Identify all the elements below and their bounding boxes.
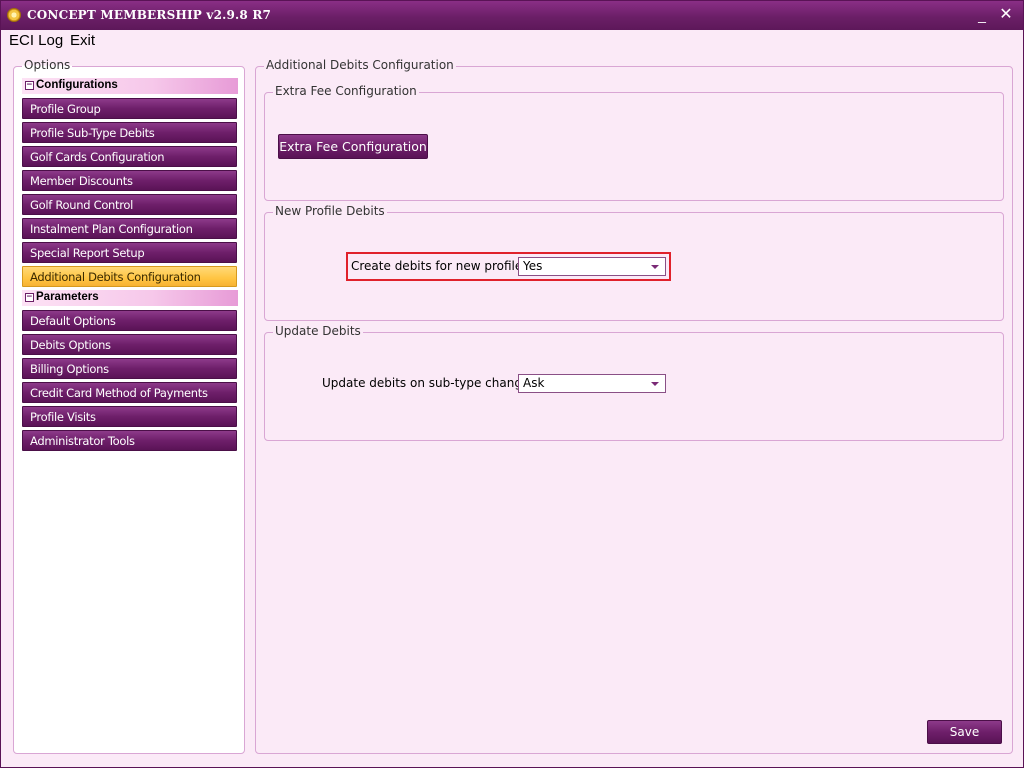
nav-additional-debits-configuration[interactable]: Additional Debits Configuration xyxy=(22,266,237,287)
nav-instalment-plan-configuration[interactable]: Instalment Plan Configuration xyxy=(22,218,237,239)
collapse-icon[interactable]: − xyxy=(25,293,34,302)
main-legend: Additional Debits Configuration xyxy=(264,58,456,72)
nav-golf-round-control[interactable]: Golf Round Control xyxy=(22,194,237,215)
title-bar: CONCEPT MEMBERSHIP v2.9.8 R7 _ ✕ xyxy=(1,1,1023,30)
close-button[interactable]: ✕ xyxy=(995,5,1017,25)
nav-profile-group[interactable]: Profile Group xyxy=(22,98,237,119)
app-window: CONCEPT MEMBERSHIP v2.9.8 R7 _ ✕ ECI Log… xyxy=(0,0,1024,768)
chevron-down-icon xyxy=(651,265,659,269)
nav-default-options[interactable]: Default Options xyxy=(22,310,237,331)
menu-bar: ECI Log Exit xyxy=(1,30,1023,52)
section-configurations[interactable]: − Configurations xyxy=(22,78,238,94)
update-debits-value: Ask xyxy=(523,376,545,390)
create-debits-label: Create debits for new profiles xyxy=(351,259,529,273)
update-debits-legend: Update Debits xyxy=(273,324,363,338)
nav-debits-options[interactable]: Debits Options xyxy=(22,334,237,355)
section-parameters[interactable]: − Parameters xyxy=(22,290,238,306)
collapse-icon[interactable]: − xyxy=(25,81,34,90)
menu-eci-log[interactable]: ECI Log xyxy=(9,32,63,49)
create-debits-select[interactable]: Yes xyxy=(518,257,666,276)
chevron-down-icon xyxy=(651,382,659,386)
update-debits-select[interactable]: Ask xyxy=(518,374,666,393)
options-legend: Options xyxy=(22,58,73,72)
section-label: Parameters xyxy=(36,291,99,303)
nav-member-discounts[interactable]: Member Discounts xyxy=(22,170,237,191)
save-button[interactable]: Save xyxy=(927,720,1002,744)
minimize-button[interactable]: _ xyxy=(971,5,993,25)
nav-administrator-tools[interactable]: Administrator Tools xyxy=(22,430,237,451)
nav-special-report-setup[interactable]: Special Report Setup xyxy=(22,242,237,263)
create-debits-value: Yes xyxy=(523,259,543,273)
extra-fee-legend: Extra Fee Configuration xyxy=(273,84,419,98)
update-debits-label: Update debits on sub-type change xyxy=(322,376,530,390)
nav-credit-card-method-of-payments[interactable]: Credit Card Method of Payments xyxy=(22,382,237,403)
nav-billing-options[interactable]: Billing Options xyxy=(22,358,237,379)
nav-golf-cards-configuration[interactable]: Golf Cards Configuration xyxy=(22,146,237,167)
menu-exit[interactable]: Exit xyxy=(70,32,95,49)
extra-fee-configuration-button[interactable]: Extra Fee Configuration xyxy=(278,134,428,159)
nav-profile-visits[interactable]: Profile Visits xyxy=(22,406,237,427)
window-title: CONCEPT MEMBERSHIP v2.9.8 R7 xyxy=(27,8,272,22)
app-logo-icon xyxy=(7,8,21,22)
new-profile-debits-legend: New Profile Debits xyxy=(273,204,387,218)
nav-profile-sub-type-debits[interactable]: Profile Sub-Type Debits xyxy=(22,122,237,143)
section-label: Configurations xyxy=(36,79,118,91)
